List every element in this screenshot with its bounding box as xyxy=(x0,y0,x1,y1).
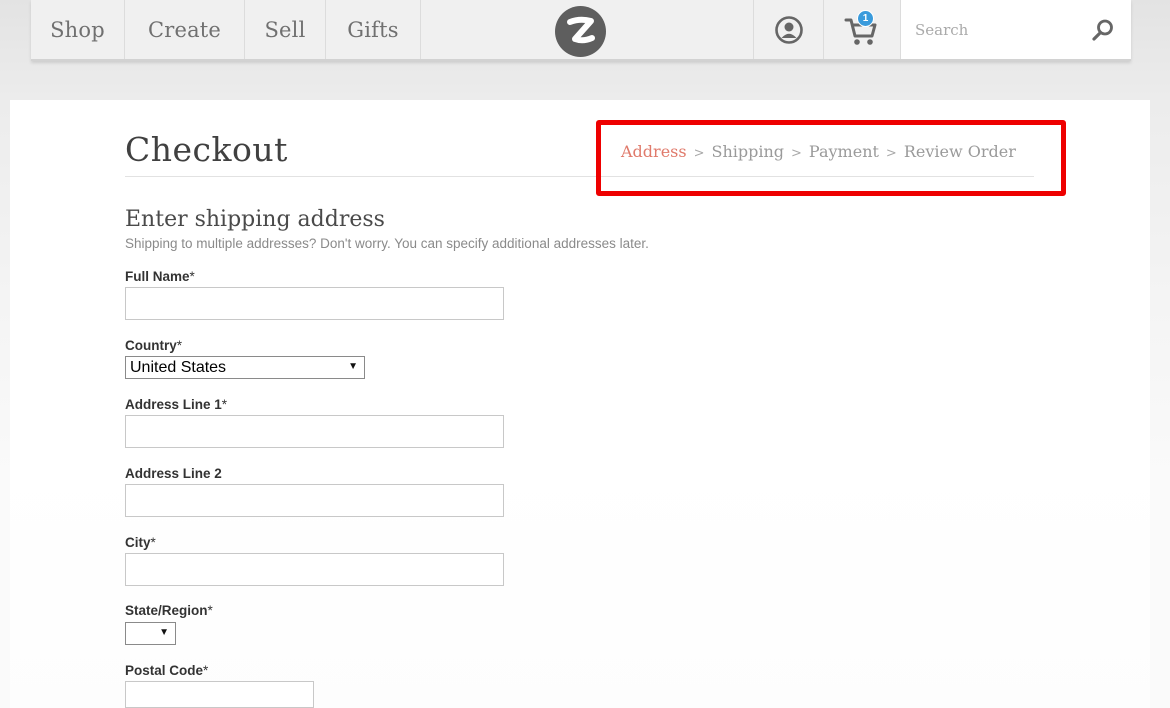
country-label-text: Country xyxy=(125,338,177,353)
address-line-1-label-text: Address Line 1 xyxy=(125,397,222,412)
nav-sell[interactable]: Sell xyxy=(245,0,326,59)
city-label: City* xyxy=(125,535,156,550)
cart-count-badge: 1 xyxy=(857,10,874,27)
zazzle-logo-icon[interactable] xyxy=(555,6,606,57)
required-mark: * xyxy=(150,535,156,550)
cart-button[interactable]: 1 xyxy=(823,0,900,59)
page-title: Checkout xyxy=(125,130,288,169)
country-select-value: United States xyxy=(130,358,227,376)
city-label-text: City xyxy=(125,535,151,550)
required-mark: * xyxy=(203,663,209,678)
required-mark: * xyxy=(189,269,195,284)
address-line-2-label-text: Address Line 2 xyxy=(125,466,222,481)
country-label: Country* xyxy=(125,338,182,353)
full-name-label-text: Full Name xyxy=(125,269,190,284)
z-logo-glyph xyxy=(567,16,595,44)
section-subheading: Shipping to multiple addresses? Don't wo… xyxy=(125,236,649,251)
full-name-field[interactable] xyxy=(125,287,504,320)
postal-code-label: Postal Code* xyxy=(125,663,208,678)
country-select[interactable]: United States ▼ xyxy=(125,356,365,379)
account-button[interactable] xyxy=(753,0,823,59)
nav-gifts-label: Gifts xyxy=(347,17,399,42)
nav-shop[interactable]: Shop xyxy=(31,0,125,59)
postal-code-label-text: Postal Code xyxy=(125,663,204,678)
address-line-1-label: Address Line 1* xyxy=(125,397,227,412)
user-icon xyxy=(774,15,803,44)
nav-create-label: Create xyxy=(147,17,222,42)
address-line-2-label: Address Line 2 xyxy=(125,466,222,481)
top-nav-bar: Shop Create Sell Gifts 1 xyxy=(31,0,1131,61)
search-input[interactable] xyxy=(901,0,1081,59)
nav-shop-label: Shop xyxy=(50,17,105,42)
dropdown-arrow-icon: ▼ xyxy=(348,361,358,372)
search-button[interactable] xyxy=(1089,16,1117,44)
required-mark: * xyxy=(176,338,183,353)
state-region-label-text: State/Region xyxy=(125,603,208,618)
full-name-label: Full Name* xyxy=(125,269,195,284)
search-icon xyxy=(1092,19,1113,41)
state-region-select[interactable]: ▼ xyxy=(125,622,176,645)
dropdown-arrow-icon: ▼ xyxy=(159,627,169,638)
address-line-1-field[interactable] xyxy=(125,415,504,448)
city-field[interactable] xyxy=(125,553,504,586)
nav-create[interactable]: Create xyxy=(125,0,245,59)
nav-sell-label: Sell xyxy=(264,17,306,42)
required-mark: * xyxy=(221,397,228,412)
search-box xyxy=(900,0,1131,59)
nav-gifts[interactable]: Gifts xyxy=(326,0,421,59)
state-region-label: State/Region* xyxy=(125,603,213,618)
required-mark: * xyxy=(207,603,213,618)
postal-code-field[interactable] xyxy=(125,681,314,708)
section-heading: Enter shipping address xyxy=(125,207,385,232)
address-line-2-field[interactable] xyxy=(125,484,504,517)
highlight-annotation-box xyxy=(596,120,1066,196)
